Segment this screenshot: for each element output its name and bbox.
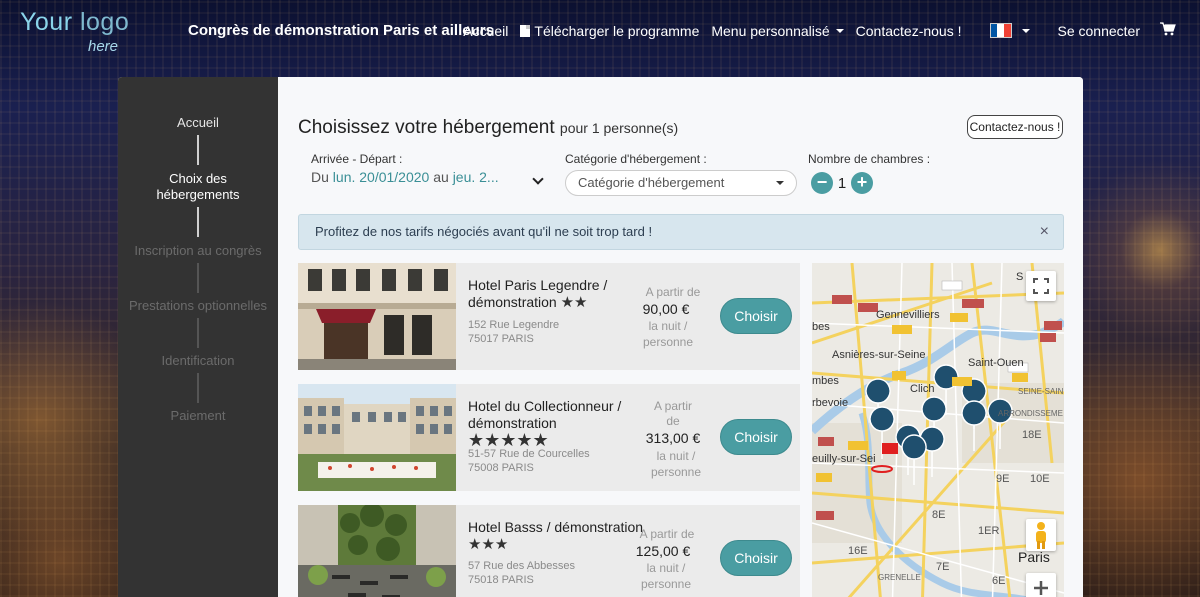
step-connector [197, 373, 199, 403]
caret-down-icon [776, 181, 784, 185]
nav-home-link[interactable]: Accueil [463, 23, 508, 39]
caret-down-icon [1021, 28, 1030, 33]
map-label: 7E [936, 561, 950, 573]
map-label: 10E [1030, 473, 1050, 485]
language-dropdown[interactable] [974, 23, 1030, 38]
step-connector [197, 318, 199, 348]
map-label: 6E [992, 575, 1006, 587]
price-unit: la nuit / personne [642, 319, 694, 349]
shopping-cart-icon[interactable] [1160, 22, 1176, 39]
step-paiement: Paiement [170, 408, 226, 423]
logo[interactable]: Your logo here [20, 8, 140, 56]
price-unit: la nuit / personne [640, 561, 692, 591]
nav-download-program-link[interactable]: Télécharger le programme [520, 23, 699, 39]
login-link[interactable]: Se connecter [1058, 23, 1141, 39]
caret-down-icon [835, 28, 844, 33]
rooms-stepper: − 1 + [811, 171, 873, 195]
choose-hotel-button[interactable]: Choisir [720, 540, 792, 576]
nav-links: Accueil Télécharger le programme Menu pe… [451, 22, 1176, 39]
hotel-price: 90,00 € [642, 301, 690, 317]
step-connector [197, 135, 199, 165]
map-label: Saint-Ouen [968, 357, 1024, 369]
category-label: Catégorie d'hébergement : [565, 152, 707, 166]
hotel-photo [298, 384, 456, 491]
map-label: GRENELLE [878, 573, 921, 582]
hotels-map[interactable]: Gennevilliers Asnières-sur-Seine Saint-O… [812, 263, 1064, 597]
event-title: Congrès de démonstration Paris et ailleu… [188, 22, 494, 39]
map-label: mbes [812, 375, 839, 387]
rooms-label: Nombre de chambres : [808, 152, 931, 166]
step-connector [197, 263, 199, 293]
page-title: Choisissez votre hébergement pour 1 pers… [298, 117, 679, 138]
nav-custom-menu-dropdown[interactable]: Menu personnalisé [711, 23, 844, 39]
hotel-address: 57 Rue des Abbesses 75018 PARIS [468, 560, 576, 586]
price-from-label: A partir de [639, 527, 695, 541]
french-flag-icon [989, 23, 1012, 38]
hotel-name: Hotel du Collectionneur / démonstration ★… [468, 398, 622, 450]
map-label: 9E [996, 473, 1010, 485]
nav-contact-link[interactable]: Contactez-nous ! [856, 23, 962, 39]
map-label: ARRONDISSEME [998, 409, 1063, 418]
pegman-icon [1036, 522, 1046, 549]
hotel-address: 51-57 Rue de Courcelles 75008 PARIS [468, 448, 590, 474]
info-alert: Profitez de nos tarifs négociés avant qu… [298, 214, 1064, 250]
date-range-picker[interactable]: Du lun. 20/01/2020 au jeu. 2... [311, 169, 499, 185]
hotel-name: Hotel Basss / démonstration ★★★ [468, 519, 644, 553]
step-prestations-optionnelles: Prestations optionnelles [128, 298, 268, 313]
choose-hotel-button[interactable]: Choisir [720, 419, 792, 455]
map-label: SEINE-SAIN [1018, 387, 1064, 396]
category-select[interactable]: Catégorie d'hébergement [565, 170, 797, 196]
plus-button[interactable]: + [851, 172, 873, 194]
step-accueil[interactable]: Accueil [118, 115, 278, 130]
map-label: euilly-sur-Sei [812, 453, 876, 465]
star-rating: ★★ [560, 294, 588, 311]
step-choix-hebergements: Choix des hébergements [156, 171, 240, 202]
hotel-price: 313,00 € [645, 430, 701, 446]
map-label: bes [812, 321, 830, 333]
chevron-down-icon[interactable] [532, 173, 544, 185]
fullscreen-icon [1033, 278, 1049, 294]
map-label: Paris [1018, 549, 1050, 565]
map-label: 16E [848, 545, 868, 557]
contact-button[interactable]: Contactez-nous ! [967, 115, 1063, 139]
map-label: rbevoie [812, 397, 849, 409]
price-from-label: A partir de [645, 285, 701, 299]
hotel-photo [298, 505, 456, 597]
step-connector [197, 207, 199, 237]
top-navbar: Your logo here Congrès de démonstration … [0, 0, 1200, 62]
hotel-address: 152 Rue Legendre 75017 PARIS [468, 319, 560, 345]
map-label: 8E [932, 509, 946, 521]
map-label: Gennevilliers [876, 309, 940, 321]
zoom-in-button[interactable] [1026, 573, 1056, 597]
minus-button[interactable]: − [811, 172, 833, 194]
hotel-name: Hotel Paris Legendre / démonstration ★★ [468, 277, 608, 311]
price-unit: la nuit / personne [650, 449, 702, 479]
hotel-card: Hotel Paris Legendre / démonstration ★★ … [298, 263, 800, 370]
map-label: Clich [910, 383, 935, 395]
plus-icon [1034, 581, 1048, 595]
map-label: 1ER [978, 525, 1000, 537]
map-label: Asnières-sur-Seine [832, 349, 926, 361]
hotel-card: Hotel du Collectionneur / démonstration ★… [298, 384, 800, 491]
map-label: 18E [1022, 429, 1042, 441]
hotel-photo [298, 263, 456, 370]
file-pdf-icon [520, 24, 531, 37]
step-inscription-congres: Inscription au congrès [134, 243, 262, 258]
dates-label: Arrivée - Départ : [311, 152, 403, 166]
main-content: Choisissez votre hébergement pour 1 pers… [278, 77, 1083, 597]
close-icon[interactable]: × [1040, 215, 1049, 249]
booking-panel: Accueil Choix des hébergements Inscripti… [118, 77, 1083, 597]
fullscreen-button[interactable] [1026, 271, 1056, 301]
rooms-value[interactable]: 1 [833, 175, 851, 192]
street-view-button[interactable] [1026, 519, 1056, 551]
price-from-label: A partir de [653, 399, 692, 428]
choose-hotel-button[interactable]: Choisir [720, 298, 792, 334]
step-identification: Identification [161, 353, 235, 368]
progress-steps: Accueil Choix des hébergements Inscripti… [118, 77, 278, 597]
hotel-price: 125,00 € [635, 543, 691, 559]
hotel-card: Hotel Basss / démonstration ★★★ 57 Rue d… [298, 505, 800, 597]
star-rating: ★★★ [468, 536, 509, 553]
